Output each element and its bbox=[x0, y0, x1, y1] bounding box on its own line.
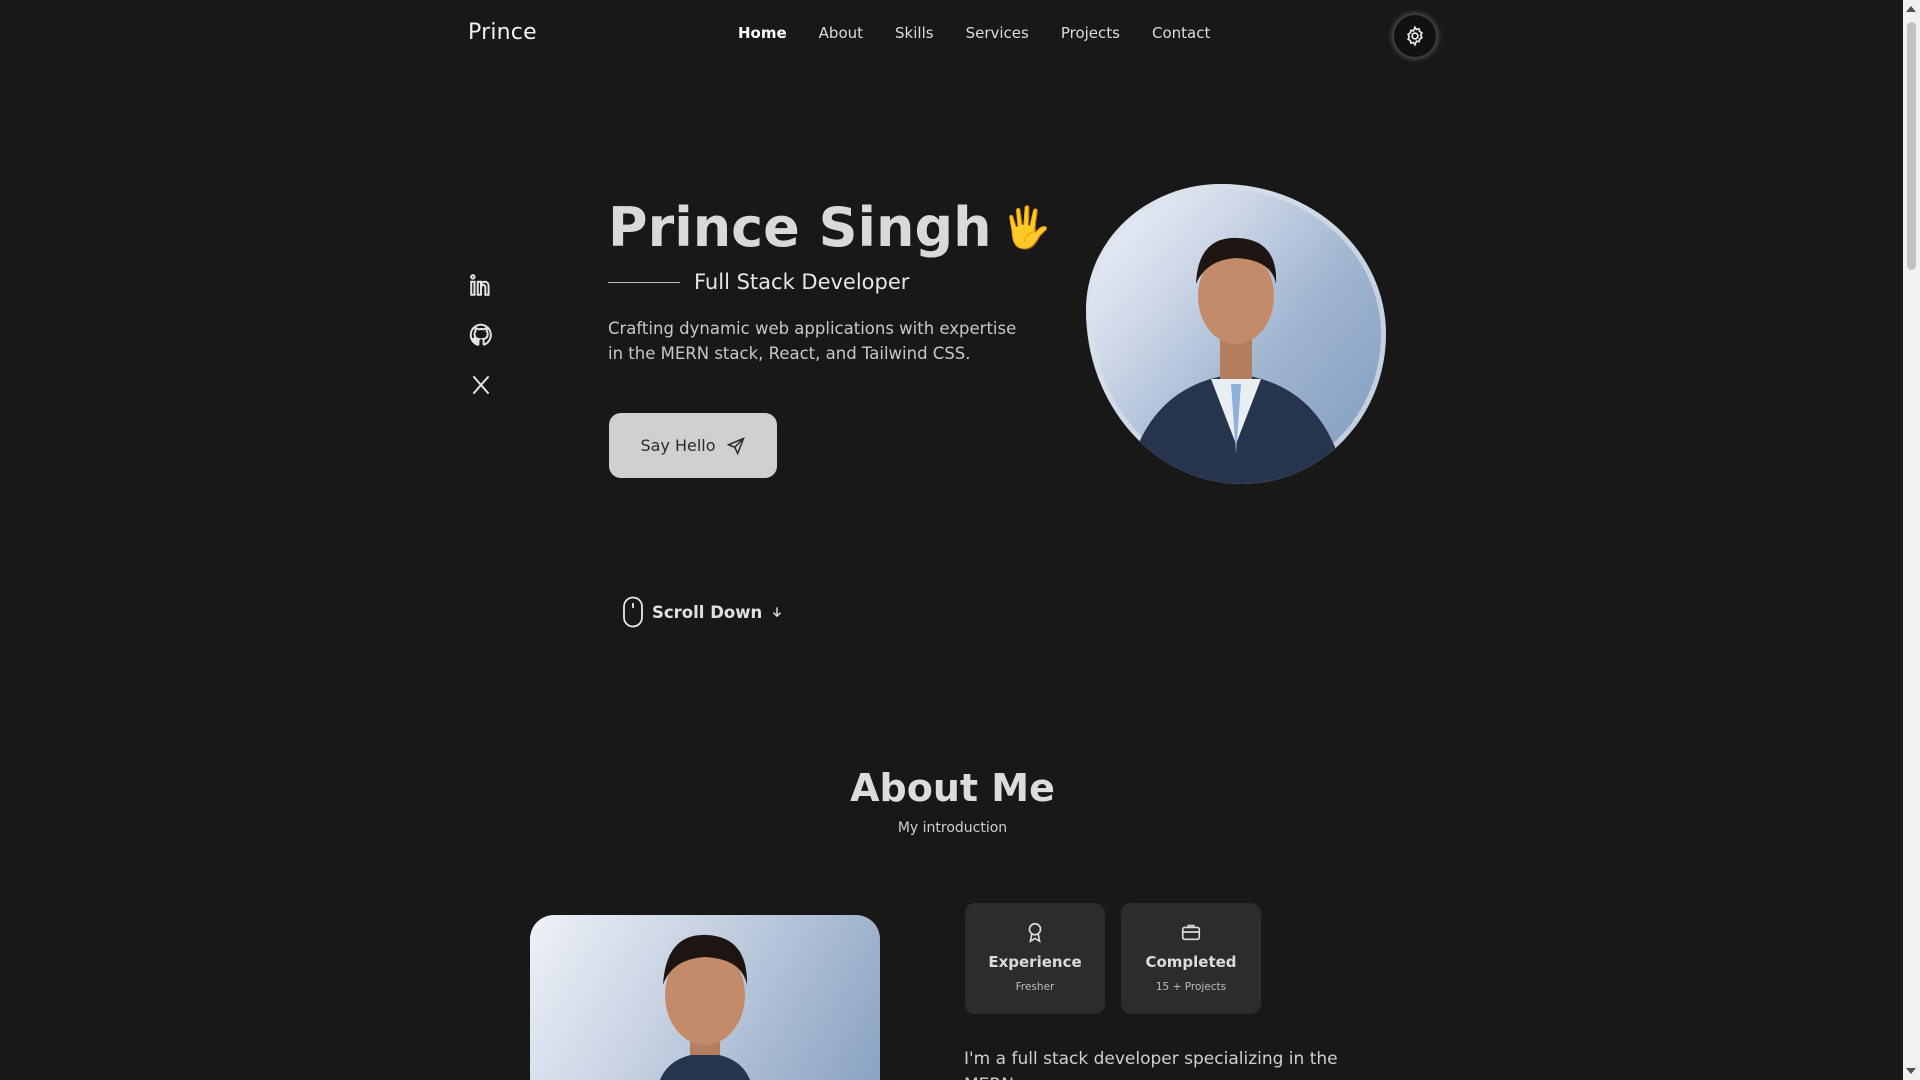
completed-card: Completed 15 + Projects bbox=[1121, 903, 1261, 1014]
logo[interactable]: Prince bbox=[468, 20, 537, 45]
nav-contact[interactable]: Contact bbox=[1152, 24, 1210, 42]
nav-home[interactable]: Home bbox=[738, 24, 787, 42]
nav-projects[interactable]: Projects bbox=[1061, 24, 1120, 42]
hero-subtitle-row: Full Stack Developer bbox=[608, 270, 909, 294]
about-title: About Me bbox=[850, 766, 1055, 810]
experience-title: Experience bbox=[988, 953, 1082, 971]
mouse-icon bbox=[623, 596, 643, 628]
hero-title: Prince Singh 🖐 bbox=[608, 196, 1051, 259]
main-nav: Home About Skills Services Projects Cont… bbox=[738, 24, 1242, 42]
scroll-down-label: Scroll Down bbox=[652, 602, 763, 622]
say-hello-label: Say Hello bbox=[640, 436, 716, 455]
scroll-down-arrow-icon[interactable] bbox=[1906, 1068, 1916, 1074]
experience-value: Fresher bbox=[1015, 981, 1055, 993]
linkedin-icon bbox=[470, 274, 490, 296]
say-hello-button[interactable]: Say Hello bbox=[609, 413, 777, 478]
about-subtitle: My introduction bbox=[897, 820, 1008, 836]
github-icon bbox=[469, 323, 492, 346]
gear-icon bbox=[1407, 25, 1423, 47]
subtitle-divider bbox=[608, 281, 680, 283]
github-link[interactable] bbox=[468, 322, 494, 348]
scrollbar-thumb[interactable] bbox=[1907, 22, 1916, 270]
linkedin-link[interactable] bbox=[468, 272, 494, 298]
x-twitter-link[interactable] bbox=[468, 372, 494, 398]
completed-title: Completed bbox=[1145, 953, 1237, 971]
x-twitter-icon bbox=[472, 375, 490, 395]
social-links bbox=[468, 272, 494, 398]
about-photo bbox=[530, 915, 880, 1080]
experience-card: Experience Fresher bbox=[965, 903, 1105, 1014]
completed-value: 15 + Projects bbox=[1155, 981, 1227, 993]
scroll-down-link[interactable]: Scroll Down bbox=[622, 596, 784, 628]
hero-portrait bbox=[1086, 184, 1386, 484]
scroll-up-arrow-icon[interactable] bbox=[1906, 6, 1916, 12]
award-icon bbox=[1028, 922, 1042, 943]
hero-description: Crafting dynamic web applications with e… bbox=[608, 319, 1017, 363]
nav-services[interactable]: Services bbox=[966, 24, 1029, 42]
nav-about[interactable]: About bbox=[819, 24, 863, 42]
nav-skills[interactable]: Skills bbox=[895, 24, 934, 42]
arrow-down-icon bbox=[773, 607, 782, 618]
person-silhouette bbox=[660, 934, 750, 1080]
page-scrollbar[interactable] bbox=[1903, 0, 1920, 1080]
header: Prince Home About Skills Services Projec… bbox=[0, 0, 1900, 72]
briefcase-icon bbox=[1181, 924, 1201, 941]
theme-settings-button[interactable] bbox=[1394, 15, 1436, 57]
hero-subtitle: Full Stack Developer bbox=[694, 270, 910, 294]
waving-hand-emoji: 🖐 bbox=[1001, 205, 1052, 251]
hero-name: Prince Singh bbox=[608, 196, 992, 259]
send-icon bbox=[726, 436, 745, 455]
person-silhouette bbox=[1126, 237, 1346, 484]
about-description: I'm a full stack developer specializing … bbox=[964, 1049, 1338, 1080]
